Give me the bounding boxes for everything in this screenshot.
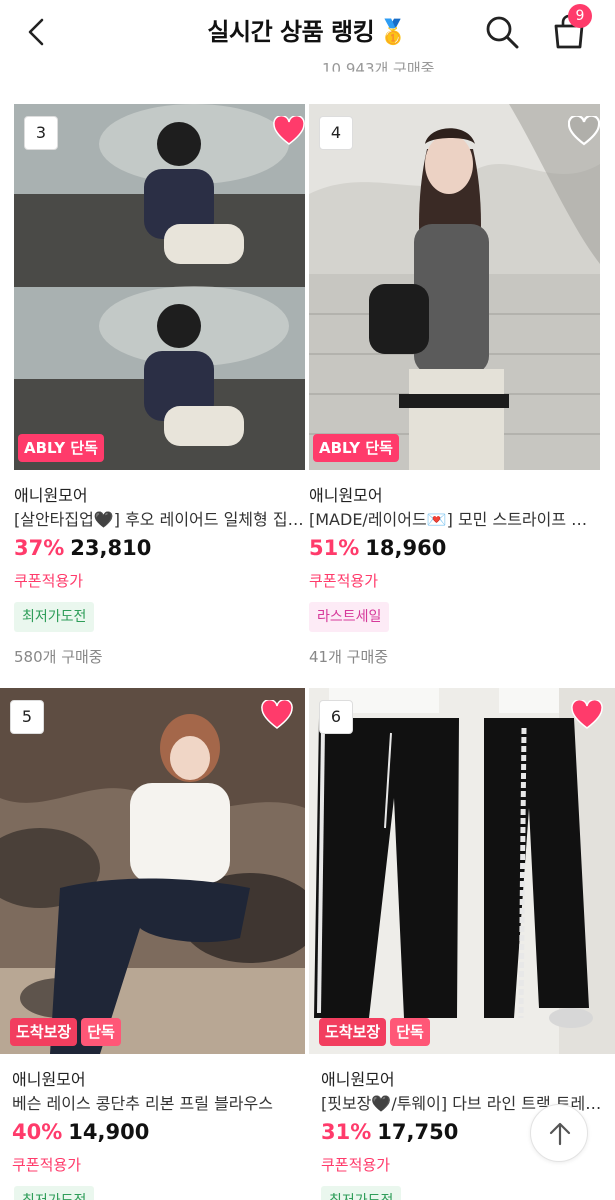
- price-row: 40% 14,900: [12, 1120, 149, 1144]
- price: 23,810: [70, 536, 152, 560]
- product-name[interactable]: 베슨 레이스 콩단추 리본 프릴 블라우스: [12, 1090, 302, 1114]
- buyer-count: 580개 구매중: [14, 648, 103, 666]
- badge-row: 도착보장 단독: [10, 1018, 121, 1046]
- product-image[interactable]: 5 도착보장 단독: [0, 688, 305, 1054]
- rank-number: 4: [319, 116, 353, 150]
- price: 17,750: [377, 1120, 459, 1144]
- brand-name[interactable]: 애니원모어: [14, 482, 88, 506]
- brand-name[interactable]: 애니원모어: [309, 482, 383, 506]
- price-row: 51% 18,960: [309, 536, 446, 560]
- ably-exclusive-badge: ABLY 단독: [18, 434, 104, 462]
- heart-icon[interactable]: [273, 114, 305, 146]
- cart-count-badge: 9: [568, 4, 592, 28]
- lowest-price-tag: 최저가도전: [321, 1186, 402, 1200]
- lowest-price-tag: 최저가도전: [14, 602, 95, 632]
- discount-rate: 37%: [14, 536, 65, 560]
- rank-number: 3: [24, 116, 58, 150]
- coupon-price-label: 쿠폰적용가: [309, 572, 379, 590]
- discount-rate: 31%: [321, 1120, 372, 1144]
- rank-number: 6: [319, 700, 353, 734]
- coupon-price-label: 쿠폰적용가: [12, 1156, 82, 1174]
- lowest-price-tag: 최저가도전: [14, 1186, 95, 1200]
- buyer-count: 41개 구매중: [309, 648, 389, 666]
- discount-rate: 51%: [309, 536, 360, 560]
- top-bar: 실시간 상품 랭킹 🥇 9 10,943개 구매중: [0, 0, 615, 84]
- arrow-up-icon: [549, 1122, 571, 1146]
- brand-name[interactable]: 애니원모어: [12, 1066, 86, 1090]
- badge-row: ABLY 단독: [313, 434, 399, 462]
- exclusive-badge: 단독: [390, 1018, 430, 1046]
- rank-number: 5: [10, 700, 44, 734]
- page-title: 실시간 상품 랭킹 🥇: [0, 12, 615, 47]
- heart-icon[interactable]: [261, 698, 293, 730]
- product-image[interactable]: 3 ABLY 단독: [14, 104, 305, 470]
- arrival-guarantee-badge: 도착보장: [10, 1018, 78, 1046]
- badge-row: ABLY 단독: [18, 434, 104, 462]
- exclusive-badge: 단독: [81, 1018, 121, 1046]
- ably-exclusive-badge: ABLY 단독: [313, 434, 399, 462]
- product-image[interactable]: 6 도착보장 단독: [309, 688, 615, 1054]
- price-row: 31% 17,750: [321, 1120, 458, 1144]
- scroll-to-top-button[interactable]: [530, 1104, 588, 1162]
- price: 14,900: [68, 1120, 150, 1144]
- coupon-price-label: 쿠폰적용가: [321, 1156, 391, 1174]
- heart-icon[interactable]: [571, 698, 603, 730]
- last-sale-tag: 라스트세일: [309, 602, 390, 632]
- search-icon[interactable]: [484, 14, 520, 50]
- previous-buyer-count: 10,943개 구매중: [322, 60, 435, 78]
- discount-rate: 40%: [12, 1120, 63, 1144]
- price-row: 37% 23,810: [14, 536, 151, 560]
- arrival-guarantee-badge: 도착보장: [319, 1018, 387, 1046]
- product-name[interactable]: [살안타집업🖤] 후오 레이어드 일체형 집업 가디건: [14, 506, 304, 530]
- product-name[interactable]: [MADE/레이어드💌] 모민 스트라이프 헨리넥 반팔 티셔츠: [309, 506, 599, 530]
- page-title-text: 실시간 상품 랭킹: [207, 18, 375, 46]
- heart-icon[interactable]: [567, 114, 600, 146]
- medal-icon: 🥇: [378, 18, 408, 46]
- product-image[interactable]: 4 ABLY 단독: [309, 104, 600, 470]
- price: 18,960: [365, 536, 447, 560]
- badge-row: 도착보장 단독: [319, 1018, 430, 1046]
- brand-name[interactable]: 애니원모어: [321, 1066, 395, 1090]
- coupon-price-label: 쿠폰적용가: [14, 572, 84, 590]
